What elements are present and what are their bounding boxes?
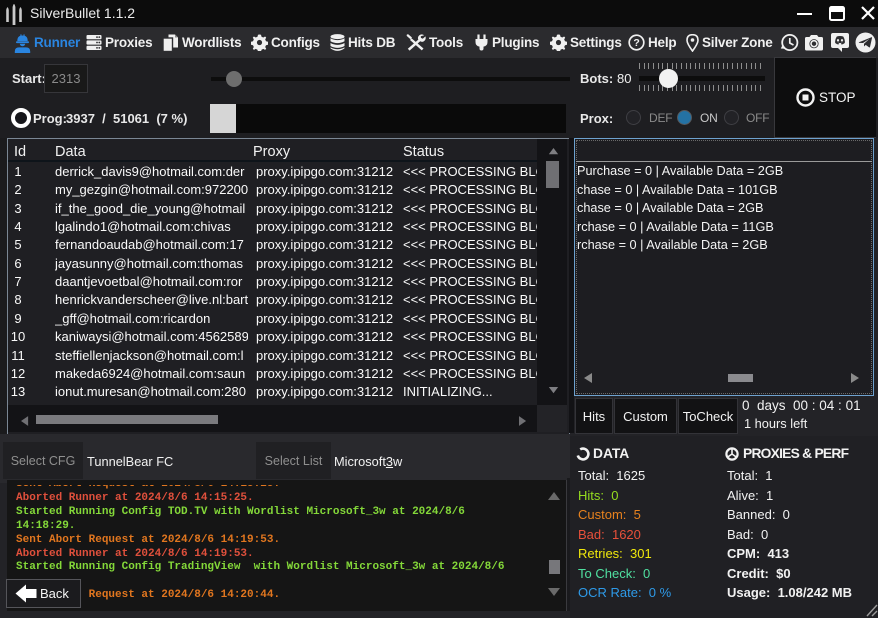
svg-text:?: ? [633, 37, 639, 49]
